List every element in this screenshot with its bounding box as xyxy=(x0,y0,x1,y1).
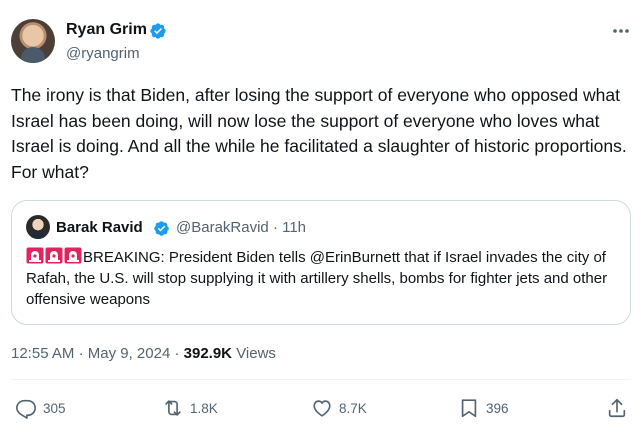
reply-icon xyxy=(16,399,36,419)
bookmark-icon xyxy=(461,399,477,418)
author-handle[interactable]: @ryangrim xyxy=(66,44,140,64)
quote-author-avatar xyxy=(26,215,50,239)
tweet-date[interactable]: May 9, 2024 xyxy=(88,345,171,362)
like-count: 8.7K xyxy=(339,400,367,416)
siren-icon xyxy=(26,247,44,264)
author-name[interactable]: Ryan Grim xyxy=(66,20,147,40)
reply-button[interactable]: 305 xyxy=(15,397,66,419)
tweet-time[interactable]: 12:55 AM xyxy=(11,345,74,362)
quote-time: 11h xyxy=(282,219,307,236)
verified-badge-icon xyxy=(150,23,166,39)
repost-button[interactable]: 1.8K xyxy=(162,397,218,419)
author-avatar[interactable] xyxy=(11,19,55,63)
quote-verified-badge-icon xyxy=(154,221,169,236)
share-icon xyxy=(608,398,626,418)
views-label: Views xyxy=(236,345,276,362)
reply-count: 305 xyxy=(43,400,66,416)
like-icon xyxy=(313,400,331,417)
like-button[interactable]: 8.7K xyxy=(311,397,367,419)
quote-text: BREAKING: President Biden tells @ErinBur… xyxy=(26,249,608,308)
quote-author-name: Barak Ravid xyxy=(56,219,143,236)
more-icon[interactable] xyxy=(610,22,632,40)
quote-meta: @BarakRavid · 11h xyxy=(176,218,306,238)
siren-icon xyxy=(45,247,63,264)
views-count: 392.9K xyxy=(183,345,233,362)
timestamp-separator: · xyxy=(174,345,180,362)
repost-count: 1.8K xyxy=(190,400,218,416)
quote-text-block: BREAKING: President Biden tells @ErinBur… xyxy=(26,247,622,310)
tweet-timestamp[interactable]: 12:55 AM · May 9, 2024 · 392.9K Views xyxy=(11,344,276,364)
divider xyxy=(11,379,631,380)
timestamp-separator: · xyxy=(78,345,84,362)
bookmark-button[interactable]: 396 xyxy=(458,397,509,419)
bookmark-count: 396 xyxy=(486,400,509,416)
share-button[interactable] xyxy=(606,397,634,419)
tweet-text: The irony is that Biden, after losing th… xyxy=(11,85,627,182)
quoted-tweet-card[interactable]: Barak Ravid @BarakRavid · 11h BREAKING: … xyxy=(11,200,631,325)
quote-author-handle: @BarakRavid xyxy=(176,219,269,236)
repost-icon xyxy=(165,400,181,416)
quote-separator: · xyxy=(272,219,278,236)
siren-icon xyxy=(64,247,82,264)
